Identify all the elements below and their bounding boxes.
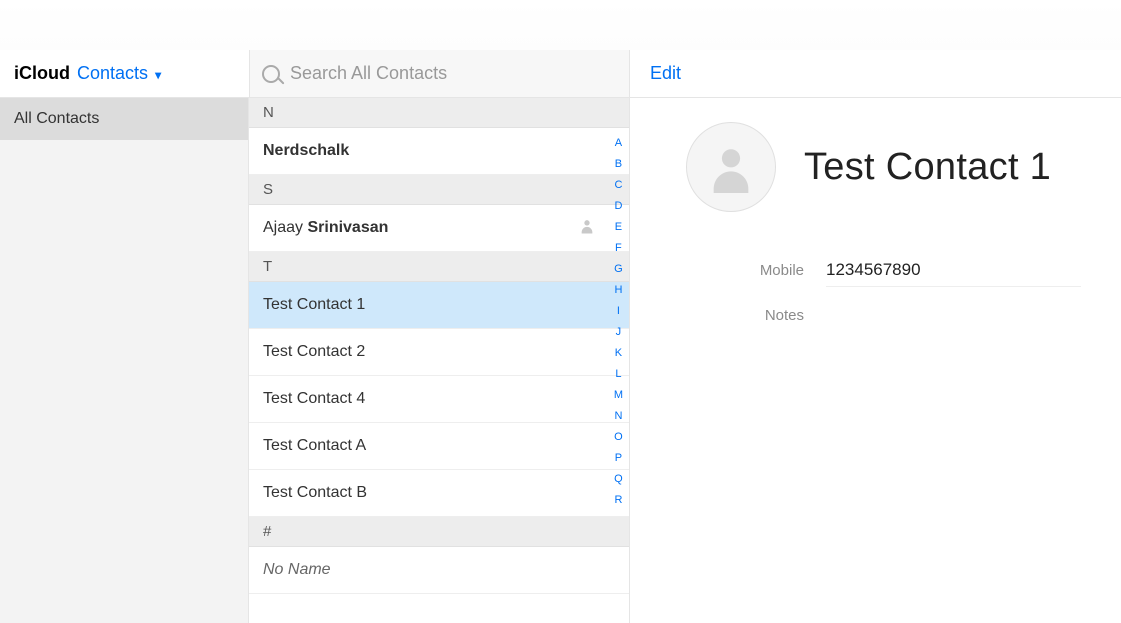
brand-label: iCloud (14, 63, 70, 83)
topbar-left: iCloud Contacts ▾ (0, 50, 249, 97)
groups-sidebar: All Contacts (0, 98, 249, 623)
alpha-index[interactable]: ABCDEFGHIJKLMNOPQR (614, 138, 623, 506)
list-section-header: S (249, 175, 629, 205)
main: All Contacts NNerdschalkSAjaay Srinivasa… (0, 98, 1121, 623)
alpha-index-letter[interactable]: L (615, 369, 621, 380)
edit-button[interactable]: Edit (644, 62, 687, 85)
list-section-header: N (249, 98, 629, 128)
contact-row[interactable]: Test Contact 4 (249, 376, 629, 423)
alpha-index-letter[interactable]: I (617, 306, 620, 317)
alpha-index-letter[interactable]: M (614, 390, 623, 401)
app-switcher[interactable]: iCloud Contacts ▾ (14, 63, 161, 84)
detail-field: Mobile1234567890 (686, 244, 1121, 297)
contact-row[interactable]: Test Contact 2 (249, 329, 629, 376)
alpha-index-letter[interactable]: N (614, 411, 622, 422)
alpha-index-letter[interactable]: F (615, 243, 622, 254)
contacts-app: iCloud Contacts ▾ Edit All Contacts NNer… (0, 0, 1121, 623)
contact-detail: Test Contact 1 Mobile1234567890 Notes (630, 98, 1121, 623)
alpha-index-letter[interactable]: E (615, 222, 622, 233)
alpha-index-letter[interactable]: G (614, 264, 623, 275)
list-section-header: T (249, 252, 629, 282)
contact-row[interactable]: No Name (249, 547, 629, 594)
alpha-index-letter[interactable]: B (615, 159, 622, 170)
contact-row[interactable]: Test Contact A (249, 423, 629, 470)
search-icon (262, 65, 280, 83)
alpha-index-letter[interactable]: H (614, 285, 622, 296)
contacts-list-column: NNerdschalkSAjaay SrinivasanTTest Contac… (249, 98, 630, 623)
field-label: Notes (686, 307, 826, 324)
detail-header: Test Contact 1 (630, 122, 1121, 244)
field-value[interactable]: 1234567890 (826, 254, 1081, 287)
person-icon (705, 141, 757, 193)
detail-field: Notes (686, 297, 1121, 334)
alpha-index-letter[interactable]: A (615, 138, 622, 149)
alpha-index-letter[interactable]: O (614, 432, 623, 443)
list-section-header: # (249, 517, 629, 547)
alpha-index-letter[interactable]: Q (614, 474, 623, 485)
alpha-index-letter[interactable]: C (614, 180, 622, 191)
service-label: Contacts (77, 63, 148, 83)
search-input[interactable] (288, 62, 617, 85)
sidebar-item[interactable]: All Contacts (0, 98, 248, 140)
topbar: iCloud Contacts ▾ Edit (0, 50, 1121, 98)
chevron-down-icon: ▾ (155, 68, 161, 82)
field-value[interactable] (826, 310, 1081, 322)
field-label: Mobile (686, 262, 826, 279)
contact-name: Test Contact 1 (804, 146, 1051, 189)
alpha-index-letter[interactable]: J (616, 327, 622, 338)
alpha-index-letter[interactable]: K (615, 348, 622, 359)
person-icon (579, 218, 595, 239)
contact-row[interactable]: Test Contact B (249, 470, 629, 517)
contact-row[interactable]: Ajaay Srinivasan (249, 205, 629, 252)
alpha-index-letter[interactable]: P (615, 453, 622, 464)
alpha-index-letter[interactable]: R (614, 495, 622, 506)
search-bar[interactable] (249, 50, 630, 97)
alpha-index-letter[interactable]: D (614, 201, 622, 212)
topbar-right: Edit (630, 50, 1121, 97)
avatar[interactable] (686, 122, 776, 212)
detail-fields: Mobile1234567890 Notes (630, 244, 1121, 334)
contact-row[interactable]: Nerdschalk (249, 128, 629, 175)
window-chrome-spacer (0, 0, 1121, 50)
contacts-list[interactable]: NNerdschalkSAjaay SrinivasanTTest Contac… (249, 98, 629, 623)
contact-row[interactable]: Test Contact 1 (249, 282, 629, 329)
